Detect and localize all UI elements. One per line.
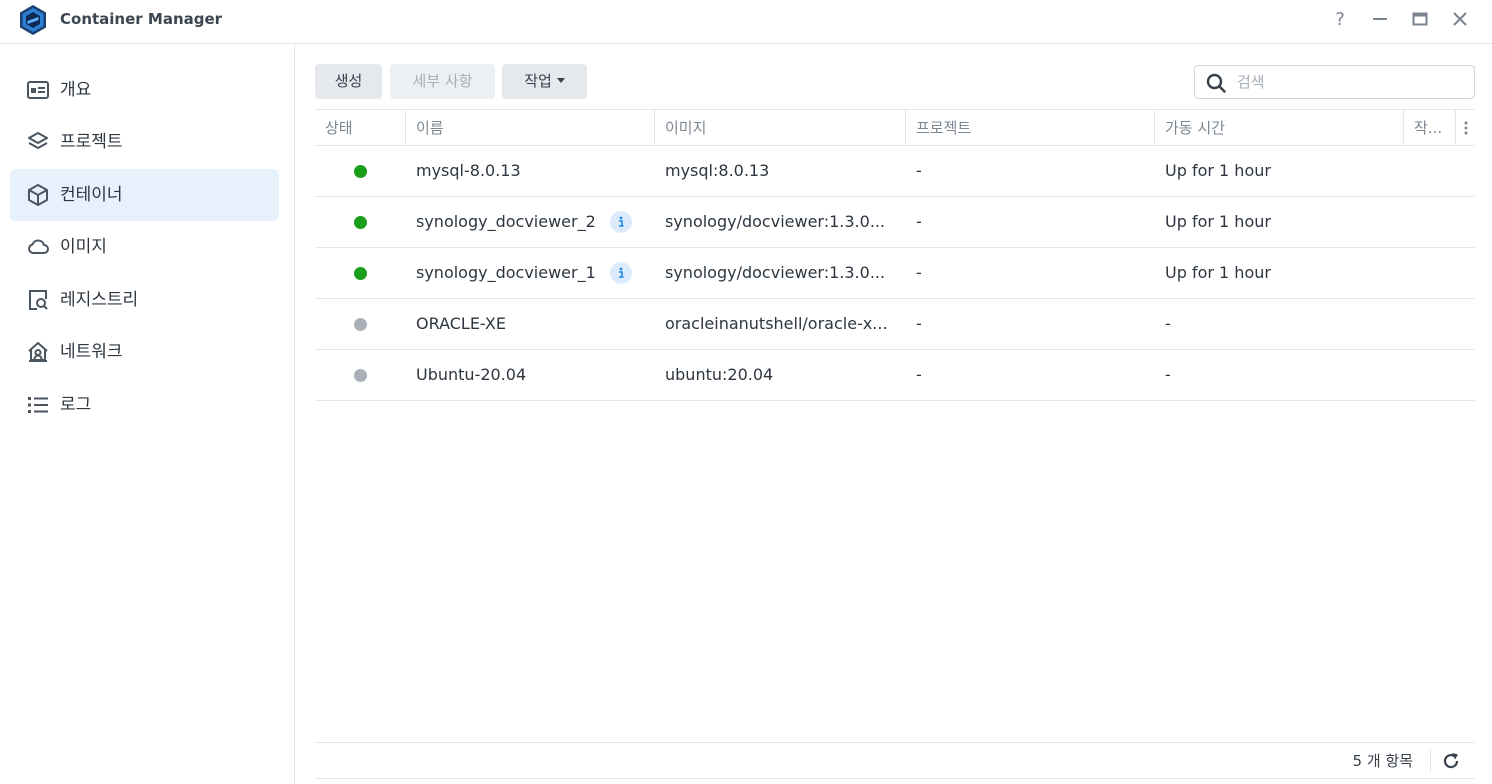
table-footer: 5 개 항목 [315,742,1475,779]
status-running-dot [354,216,367,229]
sidebar: 개요 프로젝트 컨테이너 이미지 레지스트리 네트워크 로그 [0,44,295,784]
maximize-button[interactable] [1407,6,1433,32]
table-row[interactable]: mysql-8.0.13 mysql:8.0.13 - Up for 1 hou… [315,146,1475,197]
container-name: ORACLE-XE [416,314,506,333]
container-uptime: Up for 1 hour [1165,263,1271,282]
container-manager-logo-icon [20,5,46,35]
search-input[interactable] [1237,66,1467,98]
help-icon: ? [1335,8,1345,30]
container-project: - [916,212,922,231]
sidebar-item-project[interactable]: 프로젝트 [10,116,279,168]
action-label: 작업 [524,72,552,90]
title-bar: Container Manager ? [0,0,1492,44]
help-button[interactable]: ? [1327,6,1353,32]
table-header: 상태 이름 이미지 프로젝트 가동 시간 작... [315,109,1475,146]
minimize-icon [1373,18,1387,20]
sidebar-item-network[interactable]: 네트워크 [10,326,279,378]
table-row[interactable]: synology_docviewer_2 synology/docviewer:… [315,197,1475,248]
sidebar-item-log[interactable]: 로그 [10,379,279,431]
column-header-name[interactable]: 이름 [405,110,654,146]
status-stopped-dot [354,318,367,331]
info-icon[interactable] [610,262,632,284]
sidebar-item-image[interactable]: 이미지 [10,221,279,273]
sidebar-item-registry[interactable]: 레지스트리 [10,274,279,326]
status-running-dot [354,267,367,280]
column-header-status[interactable]: 상태 [315,110,405,146]
container-uptime: - [1165,365,1171,384]
registry-search-icon [26,288,50,312]
search-icon [1206,73,1226,93]
sidebar-item-label: 프로젝트 [60,132,123,152]
container-name: mysql-8.0.13 [416,161,521,180]
search-box[interactable] [1194,65,1475,99]
status-stopped-dot [354,369,367,382]
info-icon[interactable] [610,211,632,233]
action-dropdown-button[interactable]: 작업 [502,64,587,99]
table-row[interactable]: ORACLE-XE oracleinanutshell/oracle-x... … [315,299,1475,350]
caret-down-icon [556,78,565,83]
container-image: synology/docviewer:1.3.0... [665,212,886,231]
container-uptime: Up for 1 hour [1165,161,1271,180]
container-image: ubuntu:20.04 [665,365,774,384]
table-row[interactable]: synology_docviewer_1 synology/docviewer:… [315,248,1475,299]
container-name: synology_docviewer_1 [416,263,596,282]
sidebar-item-label: 레지스트리 [60,290,139,310]
container-box-icon [26,183,50,207]
sidebar-item-container[interactable]: 컨테이너 [10,169,279,221]
cloud-icon [26,235,50,259]
maximize-icon [1412,12,1428,26]
sidebar-item-label: 로그 [60,395,92,415]
column-header-action[interactable]: 작... [1403,110,1455,146]
container-name: Ubuntu-20.04 [416,365,527,384]
close-icon [1453,12,1467,26]
sidebar-item-overview[interactable]: 개요 [10,64,279,116]
footer-divider [1430,749,1431,773]
container-project: - [916,314,922,333]
layers-icon [26,130,50,154]
status-running-dot [354,165,367,178]
close-button[interactable] [1447,6,1473,32]
column-menu-button[interactable] [1455,110,1475,146]
container-image: oracleinanutshell/oracle-x... [665,314,888,333]
container-project: - [916,161,922,180]
column-header-image[interactable]: 이미지 [654,110,905,146]
sidebar-item-label: 컨테이너 [60,185,123,205]
details-button[interactable]: 세부 사항 [390,64,495,99]
minimize-button[interactable] [1367,6,1393,32]
overview-icon [26,78,50,102]
kebab-menu-icon [1464,121,1467,135]
list-icon [26,393,50,417]
sidebar-item-label: 이미지 [60,237,107,257]
item-count: 5 개 항목 [1352,752,1413,770]
sidebar-item-label: 네트워크 [60,342,123,362]
refresh-icon[interactable] [1441,751,1461,771]
container-name: synology_docviewer_2 [416,212,596,231]
app-title: Container Manager [60,10,223,28]
container-image: synology/docviewer:1.3.0... [665,263,886,282]
create-button[interactable]: 생성 [315,64,382,99]
container-uptime: - [1165,314,1171,333]
container-project: - [916,263,922,282]
container-image: mysql:8.0.13 [665,161,770,180]
container-project: - [916,365,922,384]
column-header-uptime[interactable]: 가동 시간 [1154,110,1403,146]
table-row[interactable]: Ubuntu-20.04 ubuntu:20.04 - - [315,350,1475,401]
container-uptime: Up for 1 hour [1165,212,1271,231]
sidebar-item-label: 개요 [60,80,92,100]
column-header-project[interactable]: 프로젝트 [905,110,1154,146]
network-home-icon [26,340,50,364]
